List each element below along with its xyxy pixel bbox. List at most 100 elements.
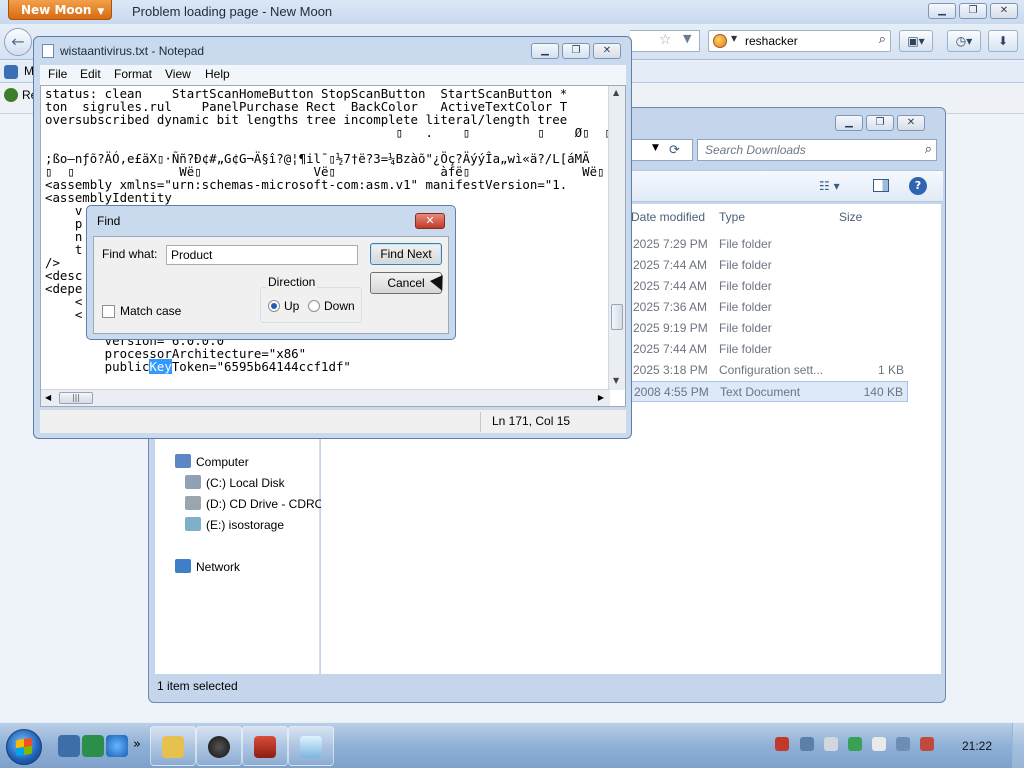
url-dropdown-icon[interactable]: ▼	[683, 32, 691, 45]
minimize-button[interactable]: ▁	[531, 43, 559, 59]
quicklaunch-overflow-icon[interactable]: »	[133, 737, 141, 752]
nav-label: Computer	[196, 455, 249, 469]
minimize-button[interactable]: ▁	[928, 3, 956, 19]
scroll-up-icon[interactable]: ▲	[613, 88, 619, 97]
scroll-thumb[interactable]	[611, 304, 623, 330]
volume-muted-icon[interactable]	[920, 737, 934, 751]
column-date-modified[interactable]: Date modified	[631, 210, 705, 224]
match-case-label[interactable]: Match case	[120, 304, 181, 318]
match-case-checkbox[interactable]	[102, 305, 115, 318]
file-type: File folder	[719, 321, 772, 335]
show-desktop-button[interactable]	[1012, 723, 1024, 768]
close-button[interactable]: ✕	[593, 43, 621, 59]
clock[interactable]: 21:22	[962, 739, 992, 753]
taskbar-media[interactable]	[196, 726, 242, 766]
file-row[interactable]: 2025 7:44 AM File folder	[630, 255, 908, 276]
find-next-button[interactable]: Find Next	[370, 243, 442, 265]
file-date: 2025 3:18 PM	[633, 363, 708, 377]
address-bar[interactable]	[629, 139, 693, 161]
nav-computer[interactable]: Computer	[175, 454, 249, 469]
ie-icon[interactable]	[106, 735, 128, 757]
file-type: File folder	[719, 279, 772, 293]
maximize-button[interactable]: ❐	[866, 115, 894, 131]
minimize-button[interactable]: ▁	[835, 115, 863, 131]
file-type: File folder	[719, 258, 772, 272]
find-what-input[interactable]: Product	[166, 245, 358, 265]
close-button[interactable]: ✕	[415, 213, 445, 229]
vertical-scrollbar[interactable]: ▲ ▼	[608, 86, 625, 390]
close-button[interactable]: ✕	[990, 3, 1018, 19]
address-dropdown-icon[interactable]: ▼	[652, 143, 659, 153]
show-desktop-icon[interactable]	[58, 735, 80, 757]
quicklaunch-icon[interactable]	[82, 735, 104, 757]
tray-doc-icon[interactable]	[824, 737, 838, 751]
change-view-icon[interactable]: ☷ ▾	[819, 179, 840, 193]
find-dialog-body: Find what: Product Find Next Cancel Matc…	[93, 236, 449, 334]
search-engine-dropdown-icon[interactable]: ▼	[731, 34, 737, 43]
column-type[interactable]: Type	[719, 210, 745, 224]
refresh-icon[interactable]: ⟳	[669, 143, 680, 158]
flag-icon[interactable]	[872, 737, 886, 751]
hscroll-thumb[interactable]: |||	[59, 392, 93, 404]
back-button[interactable]: ←	[4, 28, 32, 56]
column-size[interactable]: Size	[839, 210, 862, 224]
horizontal-scrollbar[interactable]: ◀ ||| ▶	[41, 389, 610, 406]
preview-pane-icon[interactable]	[873, 179, 889, 192]
nav-cd-drive[interactable]: (D:) CD Drive - CDRO	[185, 496, 324, 511]
maximize-button[interactable]: ❐	[959, 3, 987, 19]
direction-down-label[interactable]: Down	[324, 299, 355, 313]
file-row[interactable]: 2008 4:55 PM Text Document 140 KB	[630, 381, 908, 402]
taskbar: » 21:22	[0, 722, 1024, 768]
file-type: File folder	[719, 300, 772, 314]
search-icon[interactable]: ⌕	[879, 32, 886, 47]
network-icon[interactable]	[896, 737, 910, 751]
addons-button[interactable]: ▣▾	[899, 30, 933, 52]
direction-up-radio[interactable]	[268, 300, 280, 312]
menu-file[interactable]: File	[48, 67, 67, 81]
taskbar-explorer[interactable]	[150, 726, 196, 766]
taskbar-notepad[interactable]	[288, 726, 334, 766]
file-row[interactable]: 2025 7:29 PM File folder	[630, 234, 908, 255]
direction-down-radio[interactable]	[308, 300, 320, 312]
maximize-button[interactable]: ❐	[562, 43, 590, 59]
file-row[interactable]: 2025 7:44 AM File folder	[630, 339, 908, 360]
scroll-left-icon[interactable]: ◀	[45, 393, 51, 402]
file-date: 2025 7:44 AM	[633, 342, 708, 356]
history-button[interactable]: ◷▾	[947, 30, 981, 52]
search-engine-icon[interactable]	[713, 34, 727, 48]
search-box[interactable]: ▼ reshacker ⌕	[708, 30, 891, 52]
file-row[interactable]: 2025 7:36 AM File folder	[630, 297, 908, 318]
browser-caption-buttons: ▁ ❐ ✕	[928, 3, 1018, 19]
help-icon[interactable]: ?	[909, 177, 927, 195]
downloads-button[interactable]: ⬇	[988, 30, 1018, 52]
tray-security-icon[interactable]	[848, 737, 862, 751]
file-row[interactable]: 2025 9:19 PM File folder	[630, 318, 908, 339]
scroll-down-icon[interactable]: ▼	[613, 376, 619, 385]
explorer-search-box[interactable]: Search Downloads ⌕	[697, 139, 937, 161]
taskbar-browser[interactable]	[242, 726, 288, 766]
search-input[interactable]: reshacker	[745, 34, 798, 48]
browser-titlebar: New Moon ▼ Problem loading page - New Moo…	[0, 0, 1024, 24]
direction-up-label[interactable]: Up	[284, 299, 299, 313]
nav-network[interactable]: Network	[175, 559, 240, 574]
menu-edit[interactable]: Edit	[80, 67, 101, 81]
app-menu-button[interactable]: New Moon ▼	[8, 0, 112, 20]
nav-label: Network	[196, 560, 241, 574]
file-row[interactable]: 2025 7:44 AM File folder	[630, 276, 908, 297]
search-icon[interactable]: ⌕	[925, 141, 932, 157]
media-icon	[208, 736, 230, 758]
notepad-icon	[42, 44, 54, 58]
start-button[interactable]	[6, 729, 42, 765]
menu-view[interactable]: View	[165, 67, 191, 81]
close-button[interactable]: ✕	[897, 115, 925, 131]
menu-format[interactable]: Format	[114, 67, 152, 81]
nav-local-disk[interactable]: (C:) Local Disk	[185, 475, 285, 490]
scroll-right-icon[interactable]: ▶	[598, 393, 604, 402]
computer-icon	[175, 454, 191, 468]
nav-isostorage[interactable]: (E:) isostorage	[185, 517, 284, 532]
file-row[interactable]: 2025 3:18 PM Configuration sett... 1 KB	[630, 360, 908, 381]
menu-help[interactable]: Help	[205, 67, 230, 81]
tray-shield-icon[interactable]	[775, 737, 789, 751]
tray-device-icon[interactable]	[800, 737, 814, 751]
bookmark-star-icon[interactable]: ☆	[659, 32, 672, 48]
